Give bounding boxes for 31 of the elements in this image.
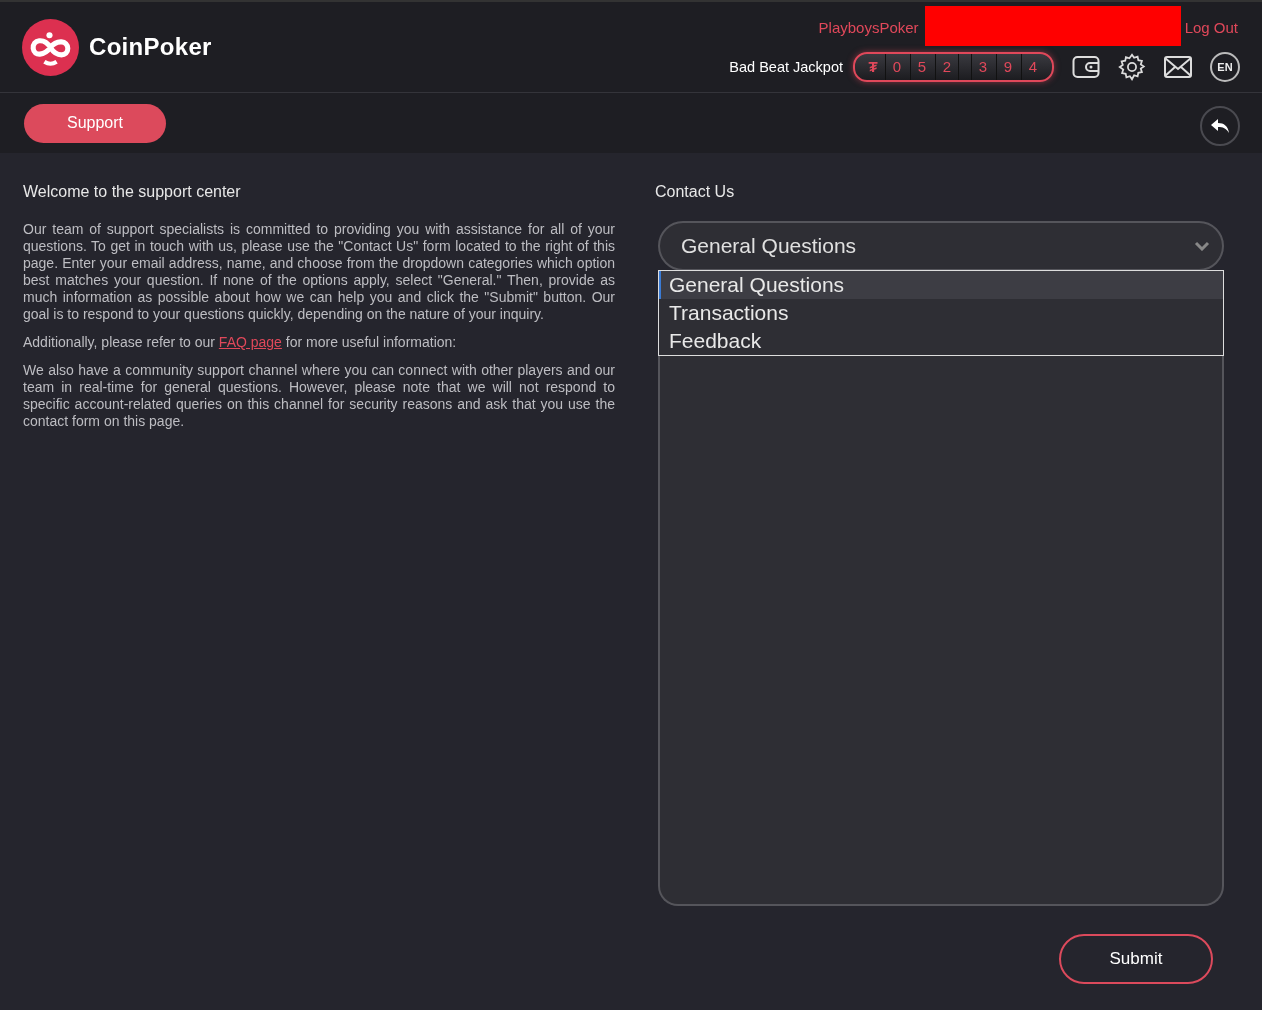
- category-select[interactable]: General Questions: [658, 221, 1224, 271]
- category-option[interactable]: Transactions: [659, 299, 1223, 327]
- back-button[interactable]: [1200, 106, 1240, 146]
- jackpot-digit: 2: [935, 54, 958, 80]
- jackpot-digit: 9: [996, 54, 1019, 80]
- intro-paragraph: Our team of support specialists is committed to providing you with assistance for all of your questions. To get in touch with us, please use the "Contact Us" form located to the right of this page. Enter your email address, name, and choose from the dropdown categories which option best matches your question. If none of the options apply, select "General." Then, provide as much information as possible about how we can help you and click the "Submit" button. Our goal is to respond to your questions quickly, depending on the nature of your inquiry.: [23, 221, 615, 323]
- settings-icon[interactable]: [1118, 53, 1146, 81]
- category-option[interactable]: Feedback: [659, 327, 1223, 355]
- mail-icon[interactable]: [1164, 56, 1192, 78]
- category-option[interactable]: General Questions: [659, 271, 1223, 299]
- reply-arrow-icon: [1210, 118, 1230, 134]
- brand-name: CoinPoker: [89, 33, 212, 61]
- username: PlayboysPoker: [818, 18, 919, 36]
- jackpot-digit: 5: [910, 54, 933, 80]
- currency-symbol: ₮: [867, 57, 879, 77]
- section-title: Welcome to the support center: [23, 183, 242, 201]
- community-paragraph: We also have a community support channel where you can connect with other players and our team in real-time for general questions. However, please note that we will not respond to specific account-related queries on this channel for security reasons and ask that you use the contact form on this page.: [23, 362, 615, 430]
- chevron-down-icon: [1194, 241, 1210, 251]
- submit-button[interactable]: Submit: [1059, 934, 1213, 984]
- jackpot-label: Bad Beat Jackpot: [729, 59, 843, 75]
- faq-paragraph: Additionally, please refer to our FAQ page for more useful information:: [23, 334, 458, 351]
- contact-title: Contact Us: [655, 183, 736, 201]
- jackpot-digit: 3: [971, 54, 994, 80]
- language-button[interactable]: EN: [1210, 52, 1240, 82]
- logo-icon: [22, 18, 79, 76]
- jackpot-digit: 4: [1021, 54, 1044, 80]
- support-tab[interactable]: Support: [24, 103, 166, 143]
- wallet-icon[interactable]: [1072, 55, 1100, 79]
- faq-link[interactable]: FAQ page: [218, 334, 282, 350]
- jackpot-digit: 0: [885, 54, 908, 80]
- logout-link[interactable]: Log Out: [1184, 18, 1238, 36]
